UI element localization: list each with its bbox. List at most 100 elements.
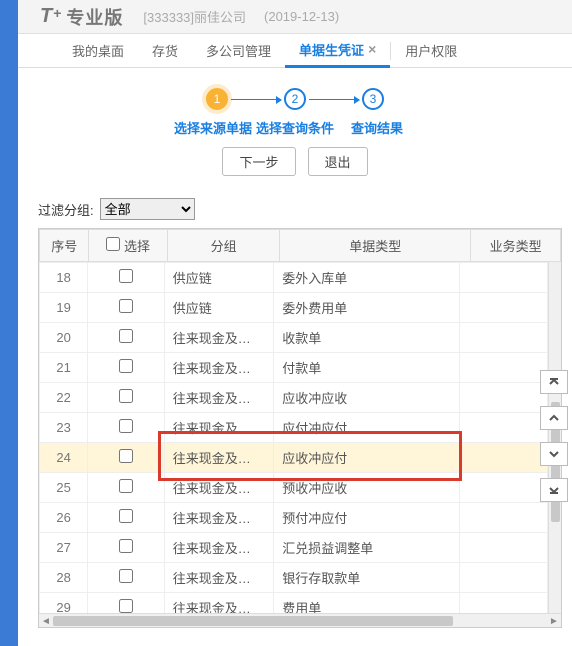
cell-doc-type: 应付冲应付 xyxy=(274,413,460,443)
row-checkbox[interactable] xyxy=(119,569,133,583)
th-biz-type[interactable]: 业务类型 xyxy=(471,230,561,262)
next-button[interactable]: 下一步 xyxy=(222,147,295,176)
cell-biz-type xyxy=(460,503,548,533)
table-row[interactable]: 26往来现金及…预付冲应付 xyxy=(40,503,548,533)
scroll-thumb[interactable] xyxy=(53,616,453,626)
last-button[interactable] xyxy=(540,478,568,502)
cell-checkbox[interactable] xyxy=(88,263,165,293)
cell-doc-type: 费用单 xyxy=(274,593,460,615)
table-row[interactable]: 25往来现金及…预收冲应收 xyxy=(40,473,548,503)
row-checkbox[interactable] xyxy=(119,419,133,433)
exit-button[interactable]: 退出 xyxy=(308,147,368,176)
tab-multi-company[interactable]: 多公司管理 xyxy=(192,34,285,68)
cell-checkbox[interactable] xyxy=(88,533,165,563)
step-1-label: 选择来源单据 xyxy=(172,118,254,137)
cell-seq: 23 xyxy=(40,413,88,443)
side-nav-buttons xyxy=(532,370,572,502)
cell-doc-type: 预收冲应收 xyxy=(274,473,460,503)
cell-doc-type: 应收冲应付 xyxy=(274,443,460,473)
left-accent-bar xyxy=(0,0,18,646)
cell-checkbox[interactable] xyxy=(88,443,165,473)
scroll-left-icon[interactable]: ◄ xyxy=(39,614,53,628)
cell-checkbox[interactable] xyxy=(88,353,165,383)
table-row[interactable]: 29往来现金及…费用单 xyxy=(40,593,548,615)
header-date: (2019-12-13) xyxy=(264,9,339,24)
row-checkbox[interactable] xyxy=(119,299,133,313)
cell-group: 供应链 xyxy=(164,293,273,323)
close-icon[interactable]: × xyxy=(368,41,376,57)
row-checkbox[interactable] xyxy=(119,479,133,493)
tab-voucher[interactable]: 单据生凭证 × xyxy=(285,34,390,68)
arrow-icon xyxy=(231,99,281,100)
table-row[interactable]: 20往来现金及…收款单 xyxy=(40,323,548,353)
step-2-label: 选择查询条件 xyxy=(254,118,336,137)
cell-group: 往来现金及… xyxy=(164,473,273,503)
cell-checkbox[interactable] xyxy=(88,323,165,353)
select-all-checkbox[interactable] xyxy=(106,237,120,251)
prev-button[interactable] xyxy=(540,406,568,430)
cell-biz-type xyxy=(460,263,548,293)
cell-biz-type xyxy=(460,293,548,323)
cell-group: 往来现金及… xyxy=(164,563,273,593)
cell-checkbox[interactable] xyxy=(88,593,165,615)
row-checkbox[interactable] xyxy=(119,599,133,613)
horizontal-scrollbar[interactable]: ◄ ► xyxy=(39,613,561,627)
table-row[interactable]: 28往来现金及…银行存取款单 xyxy=(40,563,548,593)
cell-group: 供应链 xyxy=(164,263,273,293)
table-row[interactable]: 24往来现金及…应收冲应付 xyxy=(40,443,548,473)
row-checkbox[interactable] xyxy=(119,359,133,373)
cell-group: 往来现金及… xyxy=(164,503,273,533)
next-button-nav[interactable] xyxy=(540,442,568,466)
cell-checkbox[interactable] xyxy=(88,473,165,503)
table-container: 序号 选择 分组 单据类型 业务类型 18供应链委外入库单19供应链委外费用单2… xyxy=(38,228,562,628)
cell-seq: 27 xyxy=(40,533,88,563)
row-checkbox[interactable] xyxy=(119,449,133,463)
cell-group: 往来现金及… xyxy=(164,533,273,563)
tab-inventory[interactable]: 存货 xyxy=(138,34,192,68)
step-3-circle[interactable]: 3 xyxy=(362,88,384,110)
tab-permissions[interactable]: 用户权限 xyxy=(391,34,471,68)
scroll-right-icon[interactable]: ► xyxy=(547,614,561,628)
cell-seq: 18 xyxy=(40,263,88,293)
first-button[interactable] xyxy=(540,370,568,394)
cell-checkbox[interactable] xyxy=(88,503,165,533)
step-1-circle[interactable]: 1 xyxy=(206,88,228,110)
cell-checkbox[interactable] xyxy=(88,293,165,323)
filter-label: 过滤分组: xyxy=(38,200,94,219)
cell-group: 往来现金及… xyxy=(164,323,273,353)
cell-checkbox[interactable] xyxy=(88,563,165,593)
cell-checkbox[interactable] xyxy=(88,413,165,443)
cell-doc-type: 汇兑损益调整单 xyxy=(274,533,460,563)
cell-doc-type: 委外入库单 xyxy=(274,263,460,293)
logo-edition: 专业版 xyxy=(66,4,123,30)
tab-desktop[interactable]: 我的桌面 xyxy=(58,34,138,68)
cell-group: 往来现金及… xyxy=(164,353,273,383)
table-row[interactable]: 19供应链委外费用单 xyxy=(40,293,548,323)
cell-doc-type: 收款单 xyxy=(274,323,460,353)
th-select-label: 选择 xyxy=(124,239,150,254)
cell-seq: 28 xyxy=(40,563,88,593)
th-seq[interactable]: 序号 xyxy=(40,230,89,262)
th-group[interactable]: 分组 xyxy=(167,230,279,262)
row-checkbox[interactable] xyxy=(119,509,133,523)
table-row[interactable]: 18 供应链委外入库单 xyxy=(40,263,548,293)
cell-checkbox[interactable] xyxy=(88,383,165,413)
company-label: [333333]丽佳公司 xyxy=(143,7,246,26)
table-row[interactable]: 21往来现金及…付款单 xyxy=(40,353,548,383)
table-body-scroll[interactable]: 18 供应链委外入库单19供应链委外费用单20往来现金及…收款单21往来现金及…付… xyxy=(39,262,548,614)
th-doc-type[interactable]: 单据类型 xyxy=(280,230,471,262)
th-select[interactable]: 选择 xyxy=(89,230,168,262)
filter-group-select[interactable]: 全部 xyxy=(100,198,195,220)
table-row[interactable]: 23往来现金及…应付冲应付 xyxy=(40,413,548,443)
table-row[interactable]: 22往来现金及…应收冲应收 xyxy=(40,383,548,413)
step-3-label: 查询结果 xyxy=(336,118,418,137)
row-checkbox[interactable] xyxy=(119,389,133,403)
cell-doc-type: 委外费用单 xyxy=(274,293,460,323)
cell-doc-type: 应收冲应收 xyxy=(274,383,460,413)
row-checkbox[interactable] xyxy=(119,329,133,343)
step-2-circle[interactable]: 2 xyxy=(284,88,306,110)
row-checkbox[interactable] xyxy=(119,539,133,553)
row-checkbox[interactable] xyxy=(119,269,133,283)
table-row[interactable]: 27 往来现金及…汇兑损益调整单 xyxy=(40,533,548,563)
tab-bar: 我的桌面 存货 多公司管理 单据生凭证 × 用户权限 xyxy=(18,34,572,68)
